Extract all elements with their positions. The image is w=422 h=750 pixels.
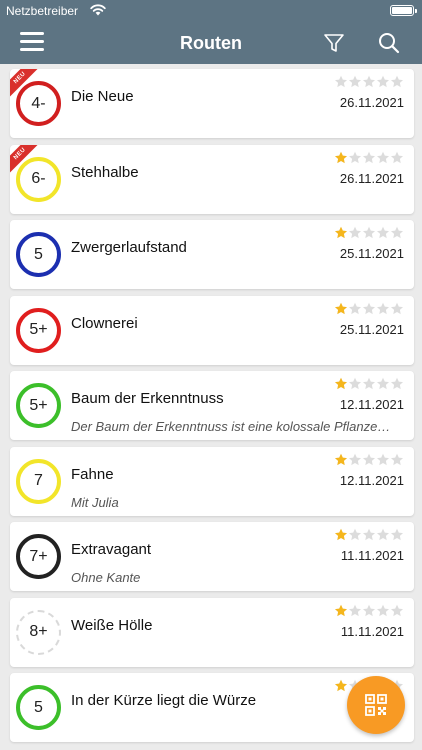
nav-bar: Routen [0,22,422,64]
route-date: 12.11.2021 [339,472,404,488]
status-bar: Netzbetreiber [0,0,422,22]
route-list-item[interactable]: 7+ Extravagant Ohne Kante 11.11.2021 [10,522,414,591]
route-list-item[interactable]: 5 Zwergerlaufstand 25.11.2021 [10,220,414,289]
star-icon [377,302,389,314]
route-date: 25.11.2021 [339,246,404,261]
route-description: Der Baum der Erkenntnuss ist eine koloss… [71,419,391,434]
route-name: Die Neue [71,88,134,105]
star-icon [377,453,389,465]
star-icon [349,453,361,465]
route-name: Weiße Hölle [71,616,153,634]
star-icon [391,528,403,541]
route-name: Stehhalbe [71,163,139,181]
route-list-item[interactable]: 5+ Baum der Erkenntnuss Der Baum der Erken… [10,371,414,440]
star-icon [363,377,375,390]
star-fill [335,377,347,390]
star-icon [377,604,389,616]
grade-circle: 5+ [16,383,61,428]
star-fill [335,226,347,239]
star-icon [377,226,389,239]
star-icon [377,75,389,88]
route-date: 11.11.2021 [340,623,404,639]
route-name: In der Kürze liegt die Würze [71,692,257,709]
grade-circle: 7+ [16,534,61,579]
star-rating [334,453,404,467]
grade-circle: 6- [16,156,61,202]
route-date: 26.11.2021 [339,95,404,110]
star-fill [335,604,347,616]
star-rating [334,151,404,165]
star-fill [335,679,347,692]
star-icon [391,75,403,88]
qr-code-icon [365,694,387,716]
route-date: 26.11.2021 [339,170,404,186]
grade-circle: 8+ [16,609,61,655]
route-name: Extravagant [71,541,152,558]
star-rating [334,226,404,240]
routes-list[interactable]: NEU 4- Die Neue 26.11.2021 NEU 6- Stehhalbe 26.… [0,64,422,750]
grade-circle: 7 [16,458,61,504]
filter-funnel-icon[interactable] [322,31,346,55]
star-fill [335,302,347,314]
star-icon [391,604,403,616]
star-icon [349,302,361,314]
page-title: Routen [180,33,242,53]
star-icon [363,302,375,314]
star-fill [335,453,347,465]
star-icon [391,453,403,465]
star-icon [377,528,389,541]
star-icon [391,377,403,390]
star-icon [363,528,375,541]
route-name: Baum der Erkenntnuss [71,390,224,407]
star-icon [349,604,361,616]
search-icon[interactable] [377,31,401,55]
star-rating [334,528,404,542]
grade-circle: 5 [16,232,61,277]
star-icon [349,528,361,541]
star-icon [349,151,361,163]
star-icon [363,75,375,88]
star-icon [363,453,375,465]
route-date: 12.11.2021 [339,397,404,412]
star-rating [334,302,404,316]
route-date: 11.11.2021 [340,548,404,563]
star-icon [335,75,347,88]
star-icon [377,377,389,390]
star-icon [391,151,403,163]
route-name: Zwergerlaufstand [71,239,187,256]
route-name: Clownerei [71,314,138,332]
grade-circle: 5+ [16,307,61,353]
battery-icon [390,5,417,16]
carrier-label: Netzbetreiber [6,4,79,18]
star-icon [391,226,403,239]
star-icon [363,604,375,616]
star-rating [334,377,404,391]
route-list-item[interactable]: 8+ Weiße Hölle 11.11.2021 [10,597,414,667]
route-date: 25.11.2021 [339,321,404,337]
star-icon [349,377,361,390]
grade-circle: 4- [16,81,61,126]
route-list-item[interactable]: NEU 4- Die Neue 26.11.2021 [10,69,414,138]
star-icon [349,226,361,239]
star-fill [335,151,347,163]
star-rating [334,604,404,618]
route-name: Fahne [71,465,114,483]
route-description: Mit Julia [71,494,119,510]
star-icon [377,151,389,163]
route-list-item[interactable]: 5+ Clownerei 25.11.2021 [10,295,414,365]
route-description: Ohne Kante [71,570,141,585]
star-icon [391,302,403,314]
star-icon [363,151,375,163]
star-fill [335,528,347,541]
star-icon [363,226,375,239]
wifi-icon [90,4,106,16]
route-list-item[interactable]: NEU 6- Stehhalbe 26.11.2021 [10,144,414,214]
star-rating [334,75,404,89]
route-list-item[interactable]: 7 Fahne Mit Julia 12.11.2021 [10,446,414,516]
grade-circle: 5 [16,685,61,730]
star-icon [349,75,361,88]
qr-scan-button[interactable] [347,676,405,734]
